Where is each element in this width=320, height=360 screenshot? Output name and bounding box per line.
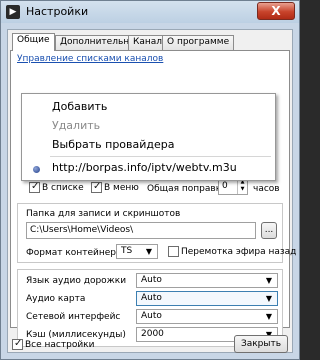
- audio-lang-label: Язык аудио дорожки: [26, 276, 127, 286]
- spin-down-icon[interactable]: ▼: [238, 186, 247, 193]
- menu-item-playlist-url[interactable]: http://borpas.info/iptv/webtv.m3u: [52, 161, 237, 174]
- channels-context-menu: Добавить Удалить Выбрать провайдера http…: [21, 93, 276, 181]
- correction-value: 0: [222, 181, 228, 191]
- dialog-client-area: Общие Дополнительно Канал О программе Уп…: [7, 29, 296, 353]
- close-window-button[interactable]: X: [257, 2, 295, 20]
- in-menu-label: В меню: [104, 182, 139, 193]
- in-list-checkbox[interactable]: [29, 181, 40, 193]
- hours-label: часов: [253, 184, 280, 194]
- title-bar[interactable]: ▶ Настройки X: [1, 1, 299, 23]
- menu-item-delete: Удалить: [52, 119, 101, 132]
- rewind-label: Перемотка эфира назад: [181, 246, 297, 257]
- settings-window: ▶ Настройки X Общие Дополнительно Канал …: [0, 0, 300, 360]
- net-iface-select[interactable]: Auto ▼: [136, 309, 278, 324]
- app-icon: ▶: [6, 5, 20, 19]
- container-select[interactable]: TS ▼: [116, 244, 158, 259]
- in-menu-checkbox[interactable]: [91, 181, 102, 193]
- net-iface-label: Сетевой интерфейс: [26, 312, 121, 322]
- menu-separator: [50, 156, 271, 157]
- all-settings-checkbox-row[interactable]: Все настройки: [12, 338, 95, 350]
- all-settings-label: Все настройки: [25, 339, 95, 350]
- general-tab-panel: Управление списками каналов В списке В м…: [10, 50, 296, 347]
- audio-lang-select[interactable]: Auto ▼: [136, 273, 278, 288]
- tab-general[interactable]: Общие: [12, 33, 55, 51]
- recording-group: Папка для записи и скриншотов C:\Users\H…: [17, 203, 296, 263]
- folder-label: Папка для записи и скриншотов: [26, 209, 181, 219]
- close-button[interactable]: Закрыть: [234, 335, 288, 353]
- in-list-label: В списке: [42, 182, 84, 193]
- selected-radio-icon: [33, 166, 40, 173]
- tab-advanced[interactable]: Дополнительно: [55, 35, 140, 50]
- in-menu-checkbox-row[interactable]: В меню: [91, 181, 139, 193]
- container-value: TS: [121, 246, 133, 256]
- folder-path-input[interactable]: C:\Users\Home\Videos\: [26, 222, 256, 239]
- chevron-down-icon: ▼: [145, 247, 153, 256]
- audio-card-label: Аудио карта: [26, 294, 86, 304]
- audio-lang-value: Auto: [141, 275, 162, 285]
- tab-about[interactable]: О программе: [162, 35, 235, 50]
- audio-card-value: Auto: [141, 293, 162, 303]
- net-iface-value: Auto: [141, 311, 162, 321]
- channels-management-link[interactable]: Управление списками каналов: [17, 54, 163, 64]
- correction-label: Общая поправка: [147, 184, 227, 194]
- spinner-buttons[interactable]: ▲ ▼: [237, 179, 247, 194]
- chevron-down-icon: ▼: [265, 276, 273, 285]
- container-label: Формат контейнера: [26, 248, 122, 258]
- all-settings-checkbox[interactable]: [12, 338, 23, 350]
- window-title: Настройки: [26, 5, 89, 18]
- in-list-checkbox-row[interactable]: В списке: [29, 181, 84, 193]
- cache-value: 2000: [141, 329, 164, 339]
- chevron-down-icon: ▼: [265, 312, 273, 321]
- rewind-checkbox-row[interactable]: Перемотка эфира назад: [168, 246, 296, 257]
- menu-item-add[interactable]: Добавить: [52, 100, 107, 113]
- rewind-checkbox[interactable]: [168, 246, 179, 257]
- chevron-down-icon: ▼: [265, 294, 273, 303]
- browse-folder-button[interactable]: ...: [261, 222, 277, 239]
- menu-item-select-provider[interactable]: Выбрать провайдера: [52, 138, 175, 151]
- audio-card-select[interactable]: Auto ▼: [136, 291, 278, 306]
